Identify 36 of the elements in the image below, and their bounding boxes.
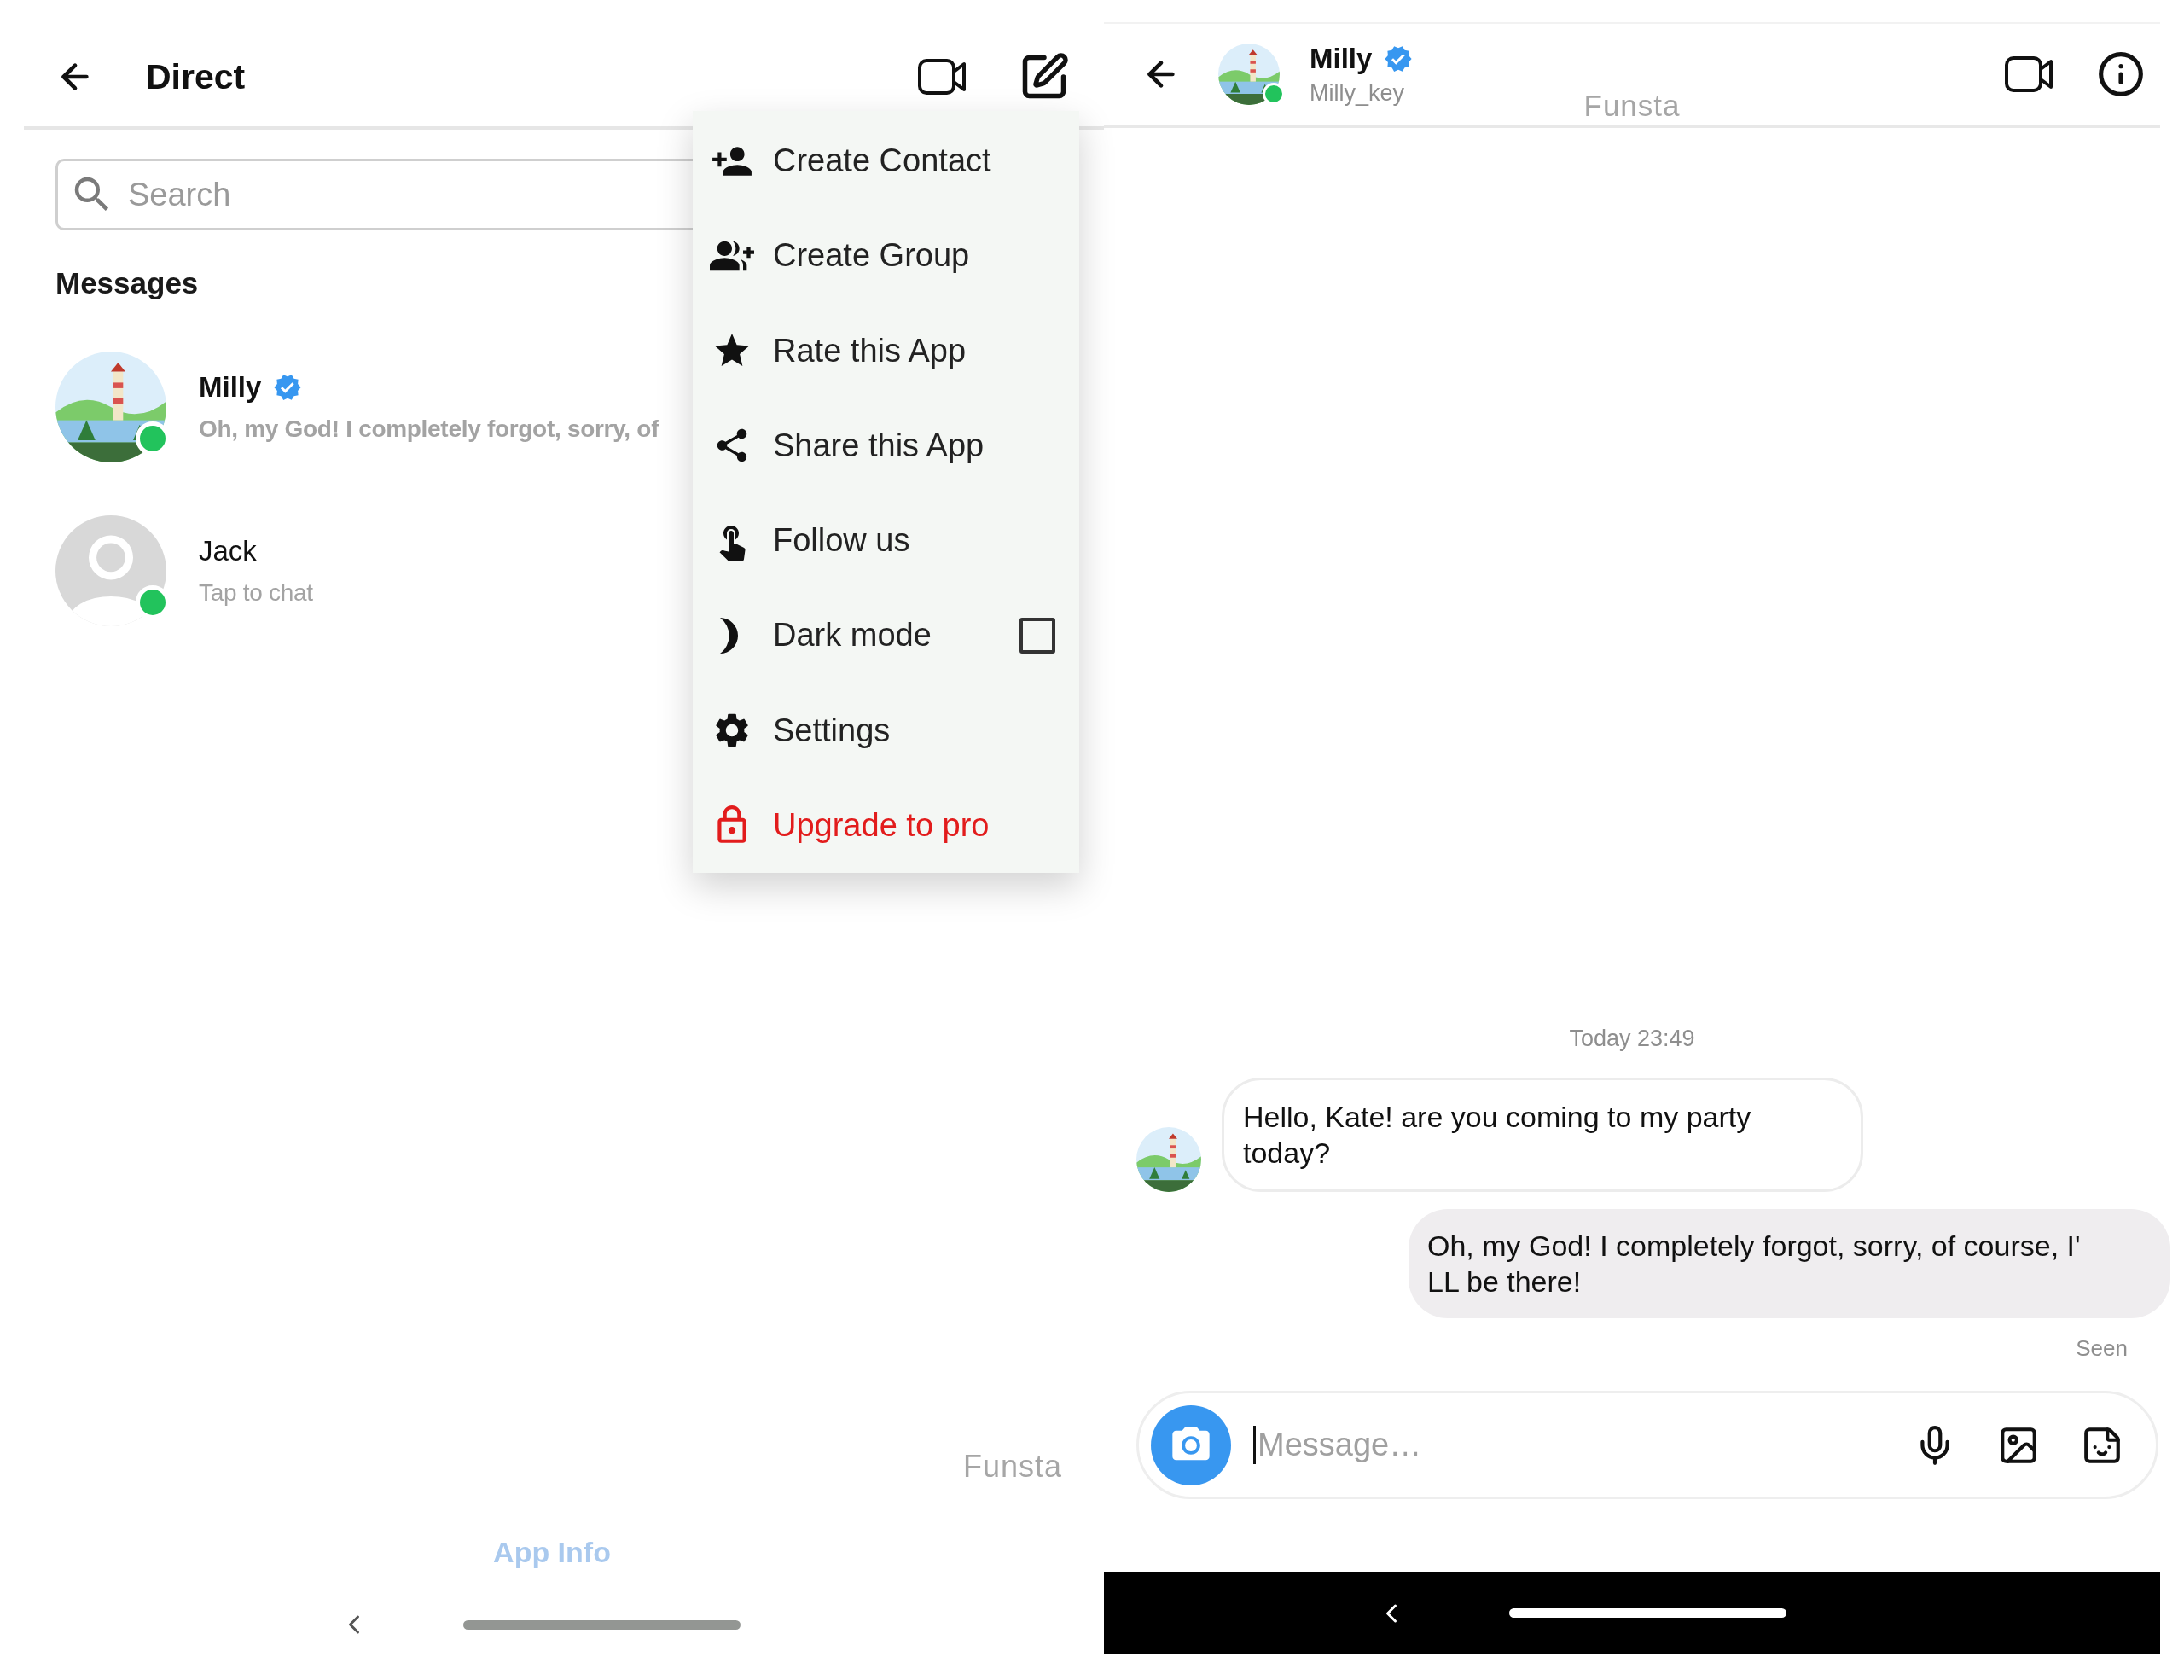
menu-item[interactable]: Follow us [693, 493, 1079, 589]
menu-item-label: Dark mode [773, 617, 932, 654]
screen-title: Direct [146, 56, 247, 97]
message-preview: Tap to chat [199, 579, 313, 607]
menu-item-label: Upgrade to pro [773, 806, 990, 844]
menu-item[interactable]: Share this App [693, 398, 1079, 493]
menu-item-label: Follow us [773, 522, 911, 560]
info-button[interactable] [2097, 50, 2145, 98]
menu-item-label: Create Group [773, 237, 971, 275]
menu-item-label: Settings [773, 712, 892, 749]
camera-button[interactable] [1151, 1404, 1231, 1485]
menu-item-label: Rate this App [773, 332, 967, 369]
menu-item[interactable]: Settings [693, 683, 1079, 778]
sent-message-bubble: Oh, my God! I completely forgot, sorry, of course, I' LL be there! [1409, 1209, 2170, 1318]
message-preview: Oh, my God! I completely forgot, sorry, of [199, 416, 659, 443]
received-message-bubble: Hello, Kate! are you coming to my party today? [1222, 1078, 1863, 1192]
message-input[interactable]: Message… [1253, 1426, 1902, 1464]
menu-item[interactable]: Dark mode [693, 588, 1079, 683]
contact-name: Milly [1310, 42, 1373, 75]
video-call-button[interactable] [2005, 55, 2054, 94]
brand-label: Funsta [962, 1449, 1062, 1485]
menu-item[interactable]: Upgrade to pro [693, 777, 1079, 873]
checkbox[interactable] [1019, 617, 1055, 654]
brand-label: Funsta [1583, 89, 1681, 123]
contact-name: Milly [199, 371, 262, 404]
contact-name: Jack [199, 535, 257, 567]
video-camera-icon [2005, 55, 2054, 94]
menu-item-label: Share this App [773, 427, 985, 464]
message-timestamp: Today 23:49 [1569, 1026, 1695, 1052]
video-camera-icon [918, 57, 967, 96]
video-call-button[interactable] [918, 57, 967, 96]
username: Milly_key [1310, 79, 1405, 107]
seen-status: Seen [2076, 1335, 2128, 1362]
menu-item[interactable]: Rate this App [693, 303, 1079, 398]
home-bar[interactable] [462, 1619, 741, 1630]
section-title: Messages [55, 266, 200, 300]
